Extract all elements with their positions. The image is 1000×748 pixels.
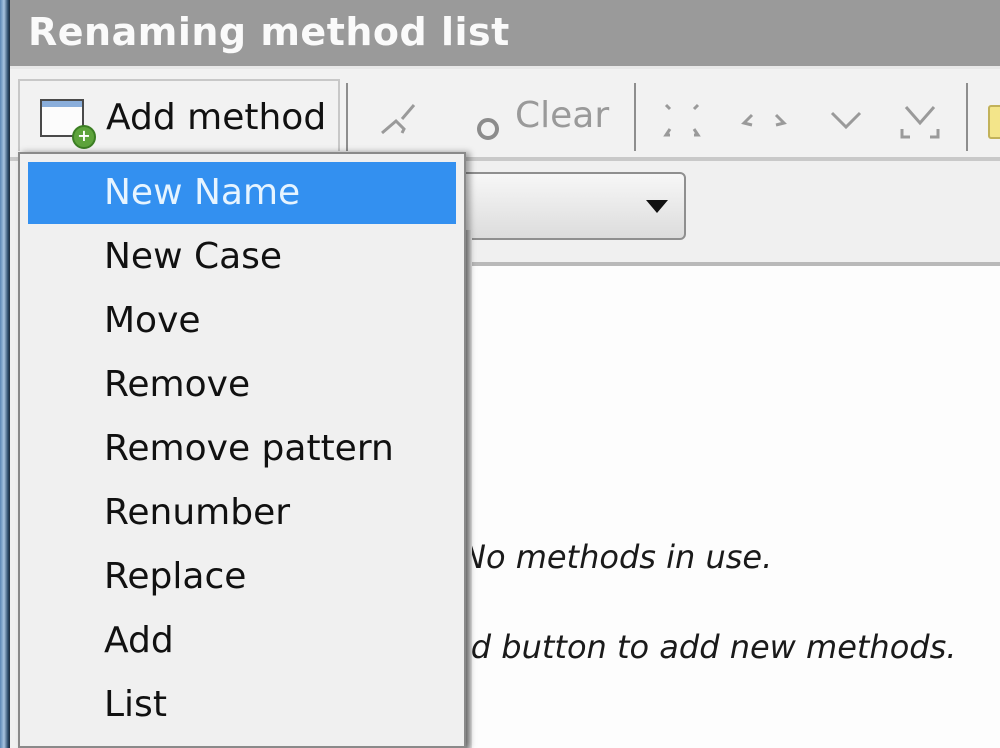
expand-icon[interactable] <box>660 101 708 141</box>
add-method-label: Add method <box>106 97 327 138</box>
title-bar: Renaming method list <box>10 0 1000 66</box>
move-to-bottom-icon[interactable] <box>896 99 944 143</box>
plus-icon: + <box>72 125 96 149</box>
window-left-edge <box>0 0 10 748</box>
menu-item-label: Remove <box>104 364 251 405</box>
toolbar: + Add method Clear <box>10 66 1000 161</box>
add-method-dropdown-menu: New Name New Case Move Remove Remove pat… <box>18 152 466 748</box>
menu-item-remove-pattern[interactable]: Remove pattern <box>28 418 456 480</box>
window-title: Renaming method list <box>28 10 510 54</box>
dropdown-arrow-icon[interactable] <box>646 200 668 213</box>
menu-item-label: Add <box>104 620 174 661</box>
menu-item-remove[interactable]: Remove <box>28 354 456 416</box>
menu-item-label: Move <box>104 300 201 341</box>
toolbar-separator <box>966 83 968 151</box>
menu-item-label: Renumber <box>104 492 291 533</box>
collapse-icon[interactable] <box>738 109 794 135</box>
toolbar-separator <box>634 83 636 151</box>
method-combo-box[interactable] <box>440 172 686 240</box>
empty-message: No methods in use. <box>462 538 773 576</box>
method-list-area: No methods in use. 'd button to add new … <box>440 266 1000 748</box>
menu-item-list[interactable]: List <box>28 674 456 736</box>
menu-item-replace[interactable]: Replace <box>28 546 456 608</box>
clear-icon[interactable] <box>474 113 504 143</box>
add-method-button[interactable]: + Add method <box>18 79 340 151</box>
clear-button[interactable]: Clear <box>515 95 609 136</box>
folder-icon[interactable] <box>988 105 1000 139</box>
move-down-icon[interactable] <box>826 107 866 135</box>
menu-item-renumber[interactable]: Renumber <box>28 482 456 544</box>
menu-item-label: Replace <box>104 556 247 597</box>
edit-icon[interactable] <box>378 99 422 139</box>
toolbar-separator <box>346 83 348 151</box>
menu-item-label: Remove pattern <box>104 428 394 469</box>
menu-item-add[interactable]: Add <box>28 610 456 672</box>
menu-item-move[interactable]: Move <box>28 290 456 352</box>
menu-item-label: List <box>104 684 167 725</box>
menu-item-label: New Case <box>104 236 283 277</box>
menu-item-new-name[interactable]: New Name <box>28 162 456 224</box>
menu-item-new-case[interactable]: New Case <box>28 226 456 288</box>
hint-message: 'd button to add new methods. <box>462 628 957 666</box>
menu-item-label: New Name <box>104 172 301 213</box>
